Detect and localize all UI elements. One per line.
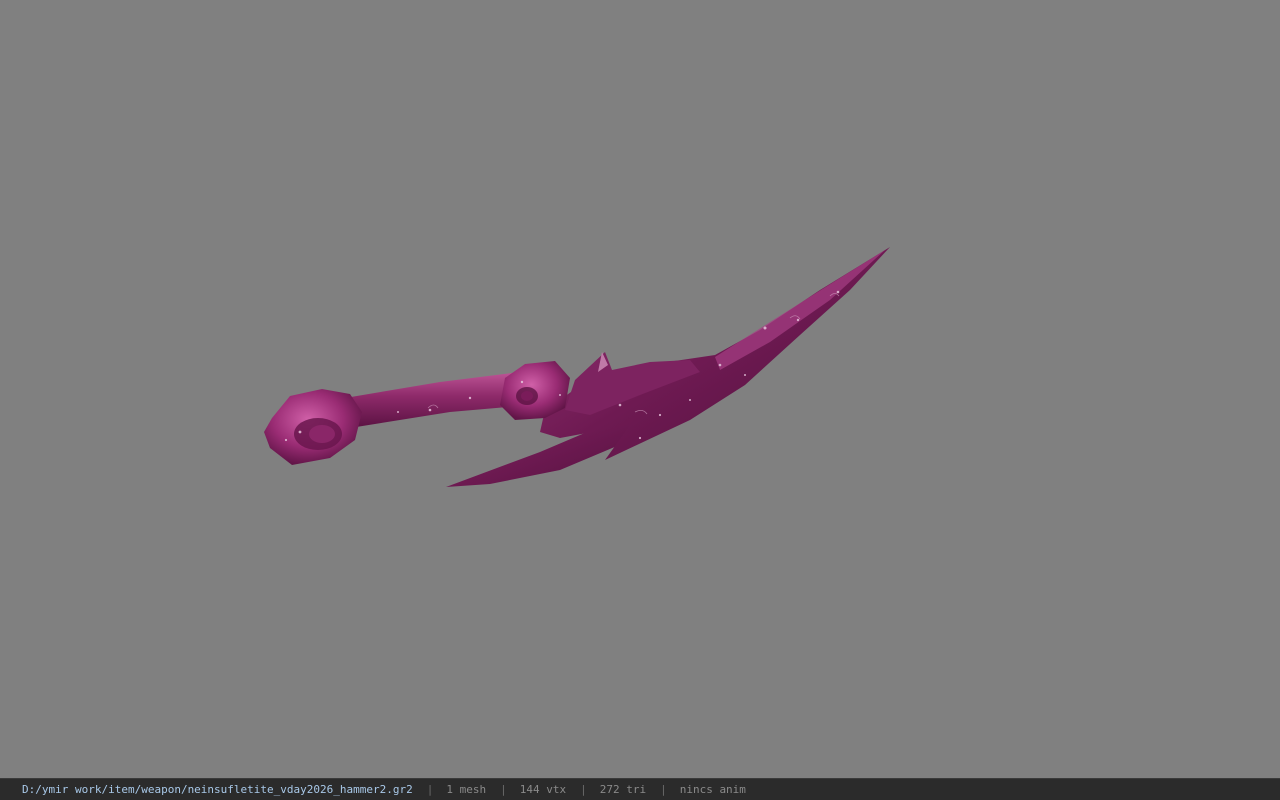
status-separator: |	[660, 783, 667, 796]
main-blade	[540, 247, 890, 460]
blade-highlight	[715, 250, 885, 370]
model-file-path: D:/ymir work/item/weapon/neinsufletite_v…	[22, 783, 413, 796]
weapon-model-render	[264, 247, 890, 487]
status-bar: D:/ymir work/item/weapon/neinsufletite_v…	[0, 778, 1280, 800]
triangle-count: 272 tri	[599, 783, 647, 796]
animation-status: nincs anim	[679, 783, 746, 796]
status-separator: |	[426, 783, 434, 796]
vertex-count: 144 vtx	[519, 783, 567, 796]
status-separator: |	[500, 783, 507, 796]
status-separator: |	[580, 783, 587, 796]
model-viewport[interactable]	[0, 0, 1280, 778]
mesh-count: 1 mesh	[446, 783, 487, 796]
